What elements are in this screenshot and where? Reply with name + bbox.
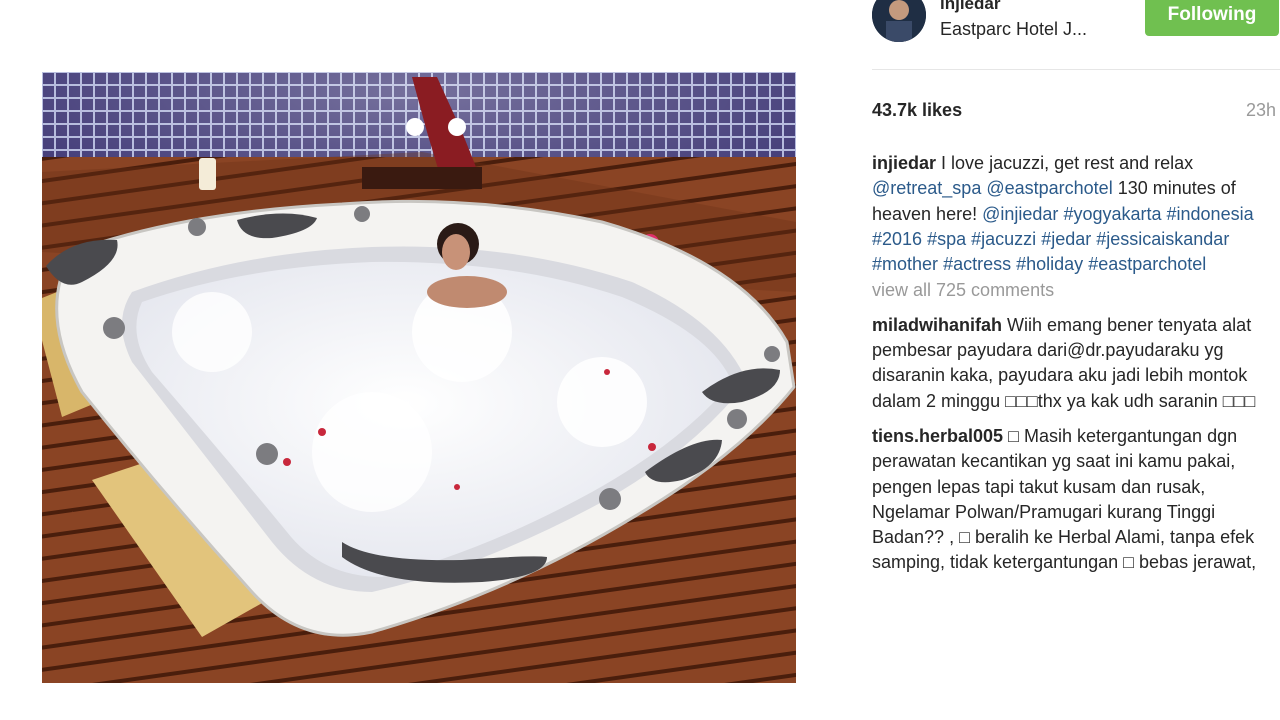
post-author-username[interactable]: injiedar — [940, 0, 1000, 14]
likes-count[interactable]: 43.7k likes — [872, 99, 962, 121]
hashtag-link[interactable]: #mother — [872, 254, 938, 274]
header-divider — [872, 69, 1280, 70]
location-link[interactable]: Eastparc Hotel J... — [940, 18, 1087, 40]
post-time[interactable]: 23h — [1220, 99, 1276, 121]
mention-link[interactable]: @eastparchotel — [986, 178, 1112, 198]
hashtag-link[interactable]: #eastparchotel — [1088, 254, 1206, 274]
hashtag-link[interactable]: #2016 — [872, 229, 922, 249]
mention-link[interactable]: @injiedar — [982, 204, 1058, 224]
caption-username[interactable]: injiedar — [872, 153, 936, 173]
view-all-comments-link[interactable]: view all 725 comments — [872, 278, 1272, 303]
avatar-image — [872, 0, 926, 42]
hashtag-link[interactable]: #actress — [943, 254, 1011, 274]
caption-text: I love jacuzzi, get rest and relax — [941, 153, 1194, 173]
following-button[interactable]: Following — [1145, 0, 1279, 36]
hashtag-link[interactable]: #jedar — [1041, 229, 1091, 249]
hashtag-link[interactable]: #jessicaiskandar — [1096, 229, 1229, 249]
hashtag-link[interactable]: #spa — [927, 229, 966, 249]
comments-feed: injiedar I love jacuzzi, get rest and re… — [872, 151, 1272, 586]
hashtag-link[interactable]: #indonesia — [1167, 204, 1254, 224]
jacuzzi-photo-illustration — [42, 72, 796, 683]
hashtag-link[interactable]: #jacuzzi — [971, 229, 1036, 249]
avatar[interactable] — [872, 0, 926, 42]
comment-text: □ Masih ketergantungan dgn perawatan kec… — [872, 425, 1257, 573]
comment-username[interactable]: tiens.herbal005 — [872, 426, 1003, 446]
hashtag-link[interactable]: #holiday — [1016, 254, 1083, 274]
comment-username[interactable]: miladwihanifah — [872, 315, 1002, 335]
hashtag-link[interactable]: #yogyakarta — [1063, 204, 1161, 224]
caption: injiedar I love jacuzzi, get rest and re… — [872, 151, 1272, 277]
post-photo[interactable] — [42, 72, 796, 683]
comment: miladwihanifah Wiih emang bener tenyata … — [872, 313, 1272, 414]
mention-link[interactable]: @retreat_spa — [872, 178, 981, 198]
comment: tiens.herbal005 □ Masih ketergantungan d… — [872, 424, 1272, 576]
